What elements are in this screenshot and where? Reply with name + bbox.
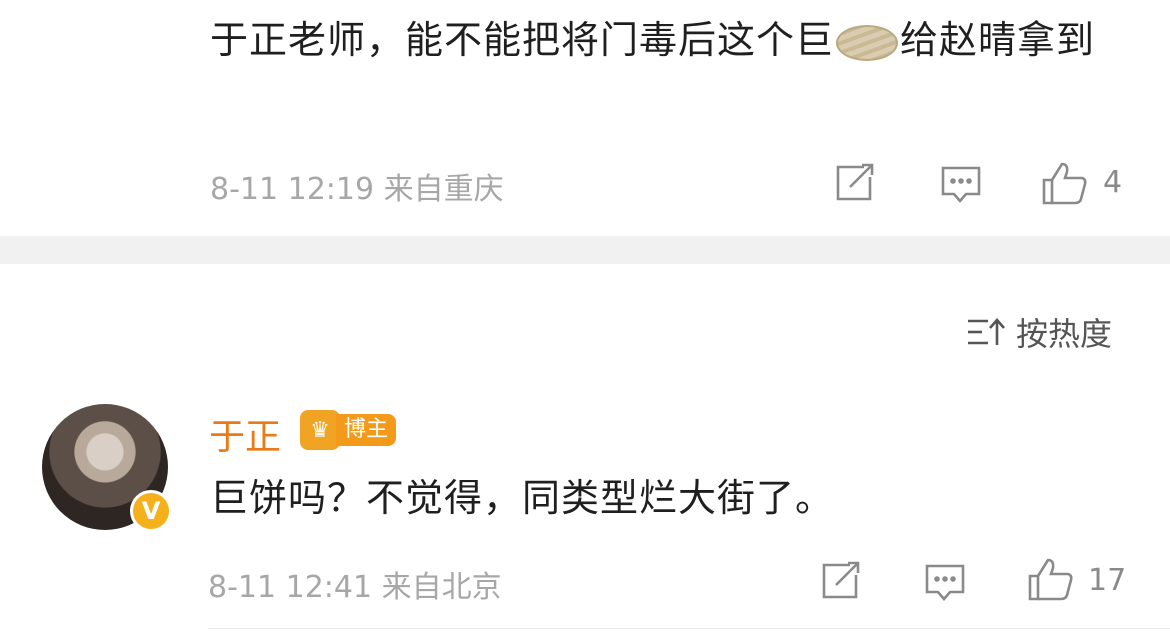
- sort-toggle[interactable]: 按热度: [966, 309, 1112, 355]
- sort-label: 按热度: [1016, 315, 1113, 353]
- comment-text-part2: 给赵晴拿到: [900, 18, 1096, 62]
- share-icon[interactable]: [834, 163, 876, 203]
- comment-meta: 8-11 12:19 来自重庆: [210, 172, 504, 207]
- bread-emoji-icon: [836, 24, 899, 61]
- crown-icon: ♛: [300, 410, 340, 450]
- like-button[interactable]: [1040, 160, 1088, 206]
- bottom-divider: [208, 628, 1170, 629]
- verified-icon: V: [130, 490, 172, 532]
- username[interactable]: 于正: [209, 408, 281, 460]
- comment-text: 于正老师，能不能把将门毒后这个巨 给赵晴拿到: [210, 12, 1130, 68]
- comment-icon[interactable]: [940, 165, 982, 205]
- thumbs-up-icon: [1028, 558, 1073, 601]
- comment-icon[interactable]: [924, 563, 966, 603]
- like-count: 17: [1088, 563, 1127, 598]
- like-button[interactable]: [1026, 556, 1074, 602]
- section-divider: [0, 236, 1170, 264]
- comment-text-part1: 于正老师，能不能把将门毒后这个巨: [210, 18, 835, 62]
- reply-text: 巨饼吗？不觉得，同类型烂大街了。: [210, 476, 835, 520]
- host-badge: ♛ 博主: [300, 410, 397, 450]
- share-icon[interactable]: [820, 561, 862, 601]
- host-badge-label: 博主: [336, 414, 397, 446]
- reply-meta: 8-11 12:41 来自北京: [208, 570, 502, 605]
- like-count: 4: [1103, 165, 1123, 200]
- thumbs-up-icon: [1042, 162, 1087, 205]
- sort-icon: [968, 318, 1005, 345]
